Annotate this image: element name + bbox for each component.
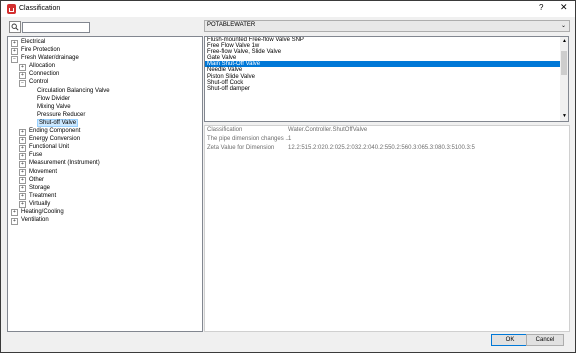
tree-node[interactable]: + Connection bbox=[8, 70, 202, 79]
tree-node-label: Ending Component bbox=[29, 128, 81, 135]
property-name: The pipe dimension changes ... bbox=[207, 136, 291, 142]
tree-node[interactable]: + Fuse bbox=[8, 151, 202, 160]
tree-node-label: Fuse bbox=[29, 152, 43, 159]
title-bar: Classification ? ✕ bbox=[1, 1, 575, 17]
scrollbar-thumb[interactable] bbox=[561, 51, 567, 75]
ok-button[interactable]: OK bbox=[491, 334, 529, 346]
tree-node-label: Mixing Valve bbox=[37, 103, 71, 110]
tree-node[interactable]: Pressure Reducer bbox=[8, 111, 202, 119]
tree-node-label: Heating/Cooling bbox=[21, 208, 64, 215]
scroll-up-icon[interactable]: ▲ bbox=[562, 38, 567, 44]
tree-node-label: Other bbox=[29, 176, 45, 183]
tree-node[interactable]: Circulation Balancing Valve bbox=[8, 87, 202, 95]
tree-node-label: Flow Divider bbox=[37, 95, 71, 102]
tree-node-label: Connection bbox=[29, 71, 60, 78]
tree-node-label: Measurement (Instrument) bbox=[29, 160, 100, 167]
cancel-button[interactable]: Cancel bbox=[526, 334, 564, 346]
tree-node-label: Pressure Reducer bbox=[37, 111, 86, 118]
classification-tree: + Electrical + Fire Protection − Fresh Water/… bbox=[7, 36, 203, 332]
property-value: 12.2:515.2:020.2:025.2:032.2:040.2:550.2… bbox=[288, 145, 475, 151]
valve-list: Flush-mounted Free-flow Valve SNP Free Fl… bbox=[204, 36, 561, 122]
tree-node[interactable]: + Virtually bbox=[8, 200, 202, 209]
tree-node-label: Allocation bbox=[29, 63, 56, 70]
help-button[interactable]: ? bbox=[539, 3, 543, 12]
tree-node[interactable]: + Measurement (Instrument) bbox=[8, 159, 202, 168]
tree-node-label: Fresh Water/drainage bbox=[21, 55, 79, 62]
tree-node[interactable]: Mixing Valve bbox=[8, 103, 202, 111]
app-logo-icon bbox=[7, 4, 16, 14]
medium-dropdown[interactable]: POTABLEWATER ⌄ bbox=[204, 20, 570, 32]
tree-node[interactable]: + Electrical bbox=[8, 38, 202, 47]
tree-node-label: Storage bbox=[29, 184, 51, 191]
tree-node[interactable]: + Energy Conversion bbox=[8, 135, 202, 144]
tree-node[interactable]: + Heating/Cooling bbox=[8, 208, 202, 217]
tree-filter-input[interactable] bbox=[22, 22, 90, 33]
scroll-down-icon[interactable]: ▼ bbox=[562, 113, 567, 119]
property-value: Water.Controller.ShutOffValve bbox=[288, 127, 368, 133]
tree-node-label: Movement bbox=[29, 168, 58, 175]
tree-node-label: Treatment bbox=[29, 192, 57, 199]
search-icon[interactable] bbox=[9, 21, 21, 33]
property-name: Classification bbox=[207, 127, 243, 133]
close-button[interactable]: ✕ bbox=[560, 2, 568, 13]
tree-node[interactable]: + Ventilation bbox=[8, 216, 202, 225]
tree-node[interactable]: + Other bbox=[8, 176, 202, 185]
tree-node-label: Fire Protection bbox=[21, 47, 61, 54]
tree-node[interactable]: + Movement bbox=[8, 168, 202, 176]
tree-node[interactable]: + Allocation bbox=[8, 62, 202, 71]
valve-list-scrollbar[interactable]: ▲ ▼ bbox=[560, 36, 569, 122]
tree-node-label: Energy Conversion bbox=[29, 136, 81, 143]
list-item[interactable]: Shut-off damper bbox=[205, 86, 560, 92]
medium-dropdown-value: POTABLEWATER bbox=[207, 22, 256, 28]
tree-node-label: Electrical bbox=[21, 39, 46, 45]
tree-node-label: Shut-off Valve bbox=[37, 118, 79, 127]
tree-node-label: Circulation Balancing Valve bbox=[37, 87, 110, 94]
tree-node[interactable]: Flow Divider bbox=[8, 95, 202, 103]
tree-node[interactable]: + Functional Unit bbox=[8, 143, 202, 152]
tree-node[interactable]: − Fresh Water/drainage bbox=[8, 54, 202, 63]
tree-node[interactable]: − Control bbox=[8, 78, 202, 87]
properties-grid: Classification Water.Controller.ShutOffVa… bbox=[204, 125, 570, 332]
tree-node[interactable]: + Treatment bbox=[8, 192, 202, 201]
tree-node-label: Functional Unit bbox=[29, 144, 70, 151]
property-value: 1 bbox=[288, 136, 292, 142]
tree-node-label: Ventilation bbox=[21, 217, 49, 224]
tree-node-label: Control bbox=[29, 79, 49, 86]
tree-node[interactable]: + Fire Protection bbox=[8, 46, 202, 55]
window-title: Classification bbox=[19, 5, 61, 12]
tree-node[interactable]: + Storage bbox=[8, 184, 202, 193]
expand-icon[interactable]: + bbox=[11, 217, 18, 225]
chevron-down-icon: ⌄ bbox=[560, 23, 566, 29]
tree-node-label: Virtually bbox=[29, 200, 51, 207]
tree-node[interactable]: + Ending Component bbox=[8, 127, 202, 136]
tree-node[interactable]: Shut-off Valve bbox=[8, 118, 202, 127]
property-name: Zeta Value for Dimension bbox=[207, 145, 275, 151]
classification-dialog: Classification ? ✕ + Electrical + Fire Prot… bbox=[0, 0, 576, 353]
